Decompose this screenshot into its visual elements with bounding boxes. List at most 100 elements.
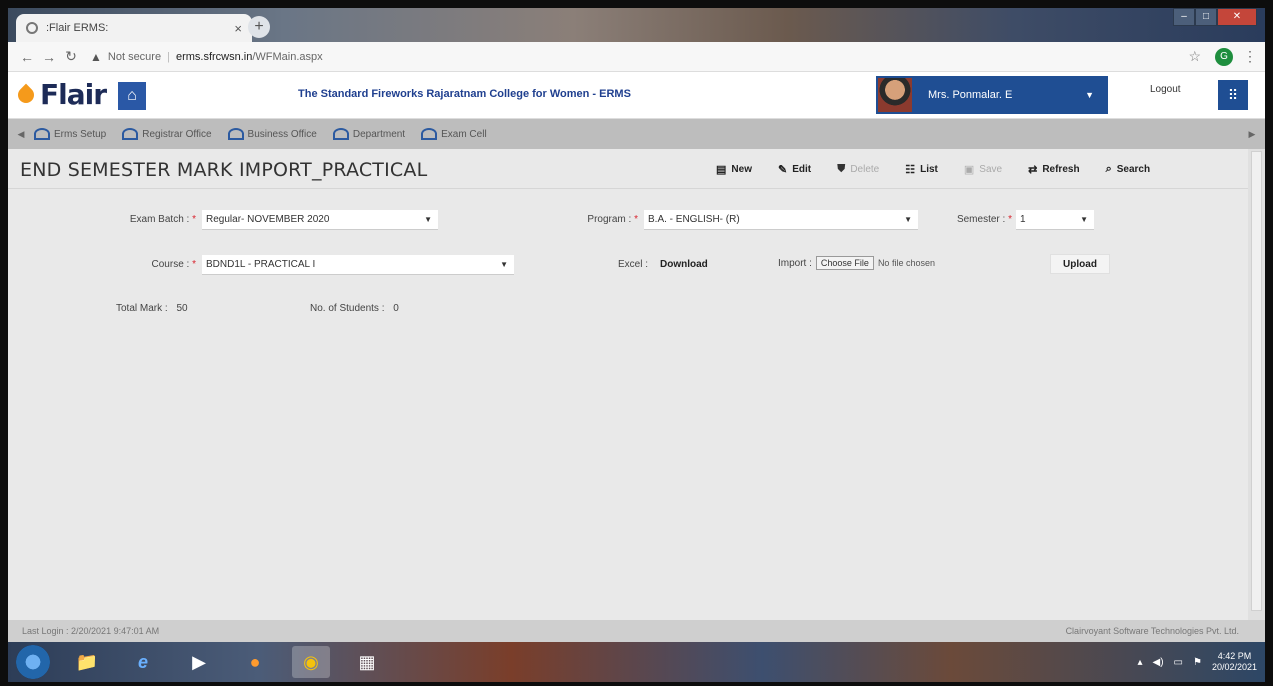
company-credit: Clairvoyant Software Technologies Pvt. L… [1065,626,1239,636]
save-button[interactable]: ▣ Save [964,163,1002,176]
start-button[interactable] [16,645,50,679]
windows-taskbar: 📁 e ▶ ● ◉ ▦ ▴ ◀) ▭ ⚑ 4:42 PM 20/02/2021 [8,642,1265,682]
forward-arrow-icon[interactable]: → [38,49,60,65]
menu-item-business-office[interactable]: Business Office [227,128,317,140]
menu-scroll-right-icon[interactable]: ▶ [1239,129,1265,140]
pencil-icon: ✎ [777,164,788,176]
menu-scroll-left-icon[interactable]: ◀ [8,129,34,140]
volume-icon[interactable]: ◀) [1153,657,1164,668]
browser-menu-icon[interactable]: ⋮ [1243,48,1257,65]
user-icon [122,128,139,140]
users-icon [421,128,438,140]
file-status: No file chosen [877,258,935,268]
delete-label: Delete [850,164,880,175]
app-header: Flair ⌂ The Standard Fireworks Rajaratna… [8,72,1265,119]
tray-arrow-icon[interactable]: ▴ [1137,657,1142,668]
url-host: erms.sfrcwsn.in [175,50,253,63]
menu-item-department[interactable]: Department [332,128,405,140]
semester-label-text: Semester : [956,214,1006,225]
bookmark-star-icon[interactable]: ☆ [1188,48,1201,65]
menu-item-erms-setup[interactable]: Erms Setup [34,128,106,140]
choose-file-button[interactable]: Choose File [815,256,874,270]
refresh-button[interactable]: ⇄ Refresh [1028,163,1079,176]
total-mark-label: Total Mark : [116,303,168,314]
back-arrow-icon[interactable]: ← [16,49,38,65]
scrollbar-thumb[interactable] [1251,151,1262,611]
network-icon[interactable]: ▭ [1174,657,1183,668]
search-button[interactable]: ⌕ Search [1106,163,1151,176]
upload-button[interactable]: Upload [1050,254,1110,274]
system-clock[interactable]: 4:42 PM 20/02/2021 [1212,651,1257,673]
new-button[interactable]: ▤ New [716,163,752,176]
url-divider: | [167,50,170,63]
window-controls: – □ ✕ [1173,8,1257,26]
browser-tab[interactable]: :Flair ERMS: × [16,14,252,42]
list-button[interactable]: ☷ List [905,163,938,176]
logout-link[interactable]: Logout [1150,84,1181,95]
list-label: List [920,164,938,175]
required-asterisk: * [634,214,638,225]
flag-icon[interactable]: ⚑ [1193,657,1202,668]
user-icon [332,128,349,140]
users-icon [34,128,50,140]
edit-button[interactable]: ✎ Edit [778,163,811,176]
menu-item-label: Business Office [247,128,317,140]
college-name: The Standard Fireworks Rajaratnam Colleg… [298,88,631,100]
exam-batch-select[interactable]: Regular- NOVEMBER 2020 ▼ [202,210,438,230]
total-mark-value: 50 [176,303,188,314]
user-avatar [878,78,912,112]
user-name: Mrs. Ponmalar. E [928,89,1013,101]
program-select[interactable]: B.A. - ENGLISH- (R) ▼ [644,210,918,230]
internet-explorer-icon[interactable]: e [124,646,162,678]
students-value: 0 [393,303,399,314]
address-bar: ← → ↻ ▲ Not secure | erms.sfrcwsn.in /WF… [8,42,1265,72]
menu-item-registrar-office[interactable]: Registrar Office [122,128,212,140]
course-select[interactable]: BDND1L - PRACTICAL I ▼ [202,255,514,275]
menu-item-label: Exam Cell [441,128,487,140]
import-label: Import : [778,257,812,269]
home-icon: ⌂ [127,87,137,104]
tab-close-icon[interactable]: × [234,21,242,36]
chevron-down-icon: ▼ [500,260,508,269]
main-menu: ◀ Erms Setup Registrar Office Business O… [8,119,1265,149]
new-file-icon: ▤ [716,164,727,176]
course-value: BDND1L - PRACTICAL I [206,259,316,270]
download-link[interactable]: Download [660,259,708,270]
screen-tool-icon[interactable]: ▦ [348,646,386,678]
firefox-icon[interactable]: ● [236,646,274,678]
file-explorer-icon[interactable]: 📁 [68,646,106,678]
refresh-label: Refresh [1042,164,1080,175]
page-scrollbar[interactable] [1248,149,1265,620]
exam-batch-label: Exam Batch : * [104,214,196,225]
save-label: Save [979,164,1003,175]
maximize-button[interactable]: □ [1195,8,1217,26]
semester-value: 1 [1020,214,1026,225]
user-menu[interactable]: Mrs. Ponmalar. E ▼ [876,76,1108,114]
profile-avatar[interactable]: G [1215,47,1233,66]
globe-icon [26,22,38,34]
apps-grid-button[interactable]: ⠿ [1218,80,1248,110]
semester-select[interactable]: 1 ▼ [1016,210,1094,230]
media-player-icon[interactable]: ▶ [180,646,218,678]
chevron-down-icon: ▼ [424,215,432,224]
student-count: No. of Students : 0 [310,303,399,314]
window-close-button[interactable]: ✕ [1217,8,1257,26]
last-login: Last Login : 2/20/2021 9:47:01 AM [22,626,160,636]
chrome-icon[interactable]: ◉ [292,646,330,678]
reload-icon[interactable]: ↻ [60,48,82,65]
excel-label: Excel : [617,259,648,270]
floppy-disk-icon: ▣ [963,164,975,176]
minimize-button[interactable]: – [1173,8,1195,26]
new-tab-button[interactable]: + [248,16,270,38]
system-tray: ▴ ◀) ▭ ⚑ 4:42 PM 20/02/2021 [1137,651,1257,673]
delete-button[interactable]: ⛊ Delete [837,163,879,176]
menu-item-exam-cell[interactable]: Exam Cell [421,128,487,140]
url-path: /WFMain.aspx [252,50,323,63]
chevron-down-icon: ▼ [904,215,912,224]
shield-icon: ⛊ [837,163,846,175]
page-title: END SEMESTER MARK IMPORT_PRACTICAL [20,159,428,181]
group-icon [227,128,244,140]
url-field[interactable]: ▲ Not secure | erms.sfrcwsn.in /WFMain.a… [90,50,1188,64]
home-button[interactable]: ⌂ [118,82,146,110]
new-label: New [731,164,752,175]
